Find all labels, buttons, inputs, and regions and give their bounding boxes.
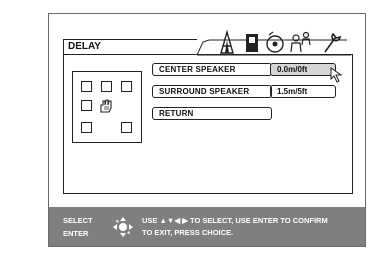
osd-screen: DELAY CENTER SPEAKER 0.0m/0ft SURROUND S…	[48, 13, 366, 247]
rear-left-speaker-icon	[81, 122, 92, 133]
center-speaker-icon	[101, 81, 112, 92]
dpad-icon	[113, 217, 133, 237]
center-speaker-value[interactable]: 0.0m/0ft	[270, 63, 336, 76]
help-text-line-2: TO EXIT, PRESS CHOICE.	[142, 228, 234, 237]
speaker-layout-diagram	[72, 71, 142, 143]
front-left-speaker-icon	[81, 81, 92, 92]
wrench-icon[interactable]	[324, 32, 341, 53]
people-icon[interactable]	[290, 31, 311, 53]
center-speaker-option[interactable]: CENTER SPEAKER	[152, 63, 272, 76]
disc-icon[interactable]	[266, 31, 284, 53]
help-text-line-1: USE ▲▼◀ ▶ TO SELECT, USE ENTER TO CONFIR…	[142, 216, 328, 225]
listener-hand-icon	[100, 99, 112, 113]
speaker-setup-icon[interactable]	[220, 29, 234, 54]
surround-left-speaker-icon	[81, 100, 92, 111]
delay-menu-panel: CENTER SPEAKER 0.0m/0ft SURROUND SPEAKER…	[63, 54, 353, 194]
select-key-label: SELECT	[63, 216, 93, 225]
speaker-level-icon[interactable]	[246, 34, 258, 52]
pointer-cursor-icon	[330, 67, 343, 83]
return-option[interactable]: RETURN	[152, 107, 272, 120]
front-right-speaker-icon	[121, 81, 132, 92]
rear-right-speaker-icon	[121, 122, 132, 133]
surround-speaker-value[interactable]: 1.5m/5ft	[270, 85, 336, 98]
enter-key-label: ENTER	[63, 229, 89, 238]
help-footer: SELECT ENTER USE ▲▼◀ ▶ TO SELECT, USE EN…	[49, 207, 365, 246]
dialog-title: DELAY	[63, 39, 197, 55]
surround-speaker-option[interactable]: SURROUND SPEAKER	[152, 85, 272, 98]
